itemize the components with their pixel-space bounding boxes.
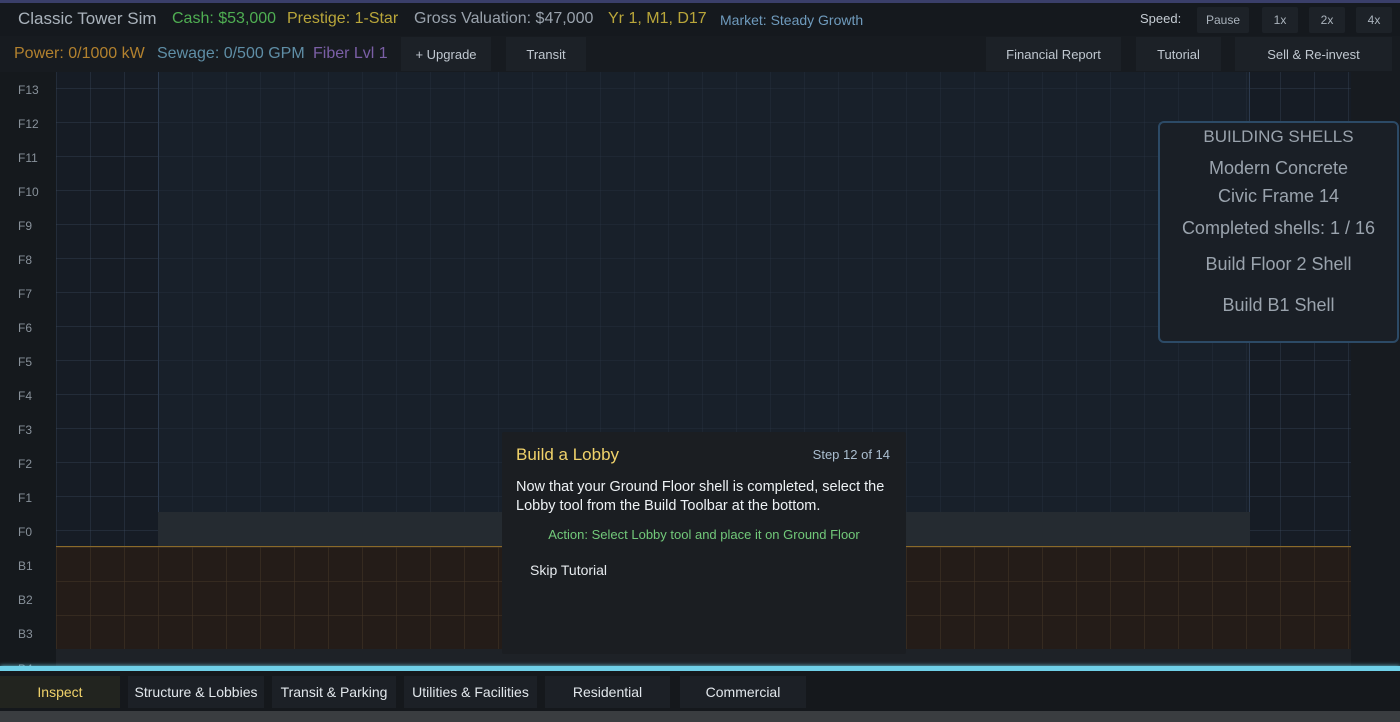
floor-label: F7 bbox=[18, 287, 33, 301]
game-screen: Classic Tower Sim Cash: $53,000 Prestige… bbox=[0, 0, 1400, 722]
tutorial-body: Now that your Ground Floor shell is comp… bbox=[516, 479, 885, 514]
floor-label: F2 bbox=[18, 457, 33, 471]
floor-labels: F13 F12 F11 F10 F9 F8 F7 F6 F5 F4 F3 F2 … bbox=[0, 72, 56, 668]
floor-label: F12 bbox=[18, 117, 39, 131]
build-toolbar: Inspect Structure & Lobbies Transit & Pa… bbox=[0, 671, 1400, 711]
floor-label: B2 bbox=[18, 593, 33, 607]
floor-label: F9 bbox=[18, 219, 33, 233]
speed-label: Speed: bbox=[1140, 11, 1182, 26]
floor-label: F4 bbox=[18, 389, 33, 403]
floor-label: F6 bbox=[18, 321, 33, 335]
game-title: Classic Tower Sim bbox=[18, 9, 157, 28]
tab-structure-lobbies[interactable]: Structure & Lobbies bbox=[128, 676, 264, 708]
power-display: Power: 0/1000 kW bbox=[14, 45, 145, 62]
floor-label: F3 bbox=[18, 423, 33, 437]
floor-label: F0 bbox=[18, 525, 33, 539]
floor-label: B1 bbox=[18, 559, 33, 573]
upgrade-button[interactable]: + Upgrade bbox=[401, 37, 491, 71]
speed-pause-button[interactable]: Pause bbox=[1197, 7, 1249, 33]
bottom-strip bbox=[0, 711, 1400, 722]
sell-reinvest-button[interactable]: Sell & Re-invest bbox=[1235, 37, 1392, 71]
skip-tutorial-button[interactable]: Skip Tutorial bbox=[530, 562, 607, 578]
floor-label: F5 bbox=[18, 355, 33, 369]
market-display: Market: Steady Growth bbox=[720, 12, 864, 28]
tab-utilities-facilities[interactable]: Utilities & Facilities bbox=[404, 676, 537, 708]
floor-label: F13 bbox=[18, 83, 39, 97]
tutorial-step: Step 12 of 14 bbox=[812, 447, 890, 462]
fiber-display: Fiber Lvl 1 bbox=[313, 45, 388, 62]
utilities-bar: Power: 0/1000 kW Sewage: 0/500 GPM Fiber… bbox=[0, 36, 1400, 72]
speed-2x-button[interactable]: 2x bbox=[1309, 7, 1345, 33]
sewage-display: Sewage: 0/500 GPM bbox=[157, 45, 305, 62]
prestige-display: Prestige: 1-Star bbox=[287, 10, 399, 27]
floor-label: B3 bbox=[18, 627, 33, 641]
floor-label: F10 bbox=[18, 185, 39, 199]
floor-label: F11 bbox=[18, 151, 38, 165]
financial-report-button[interactable]: Financial Report bbox=[986, 37, 1121, 71]
build-b1-shell-button[interactable]: Build B1 Shell bbox=[1160, 295, 1397, 316]
speed-4x-button[interactable]: 4x bbox=[1356, 7, 1392, 33]
shell-type-line1: Modern Concrete bbox=[1208, 158, 1349, 178]
completed-shells: Completed shells: 1 / 16 bbox=[1181, 218, 1376, 238]
tutorial-title: Build a Lobby bbox=[516, 445, 620, 464]
build-floor2-shell-button[interactable]: Build Floor 2 Shell bbox=[1160, 254, 1397, 275]
tab-commercial[interactable]: Commercial bbox=[680, 676, 806, 708]
top-status-bar: Classic Tower Sim Cash: $53,000 Prestige… bbox=[0, 0, 1400, 36]
shell-type-line2: Civic Frame 14 bbox=[1217, 186, 1340, 206]
tab-transit-parking[interactable]: Transit & Parking bbox=[272, 676, 396, 708]
floor-label: F8 bbox=[18, 253, 33, 267]
date-display: Yr 1, M1, D17 bbox=[608, 10, 707, 27]
tutorial-dialog: Build a Lobby Step 12 of 14 Now that you… bbox=[502, 432, 906, 654]
tab-residential[interactable]: Residential bbox=[545, 676, 670, 708]
shells-title: BUILDING SHELLS bbox=[1203, 127, 1354, 146]
transit-button[interactable]: Transit bbox=[506, 37, 586, 71]
cash-display: Cash: $53,000 bbox=[172, 10, 277, 27]
speed-1x-button[interactable]: 1x bbox=[1262, 7, 1298, 33]
building-shells-panel: BUILDING SHELLS Modern Concrete Civic Fr… bbox=[1158, 121, 1399, 343]
tab-inspect[interactable]: Inspect bbox=[0, 676, 120, 708]
tutorial-action: Action: Select Lobby tool and place it o… bbox=[548, 527, 860, 542]
floor-label: F1 bbox=[18, 491, 33, 505]
valuation-display: Gross Valuation: $47,000 bbox=[414, 10, 594, 27]
tutorial-button[interactable]: Tutorial bbox=[1136, 37, 1221, 71]
